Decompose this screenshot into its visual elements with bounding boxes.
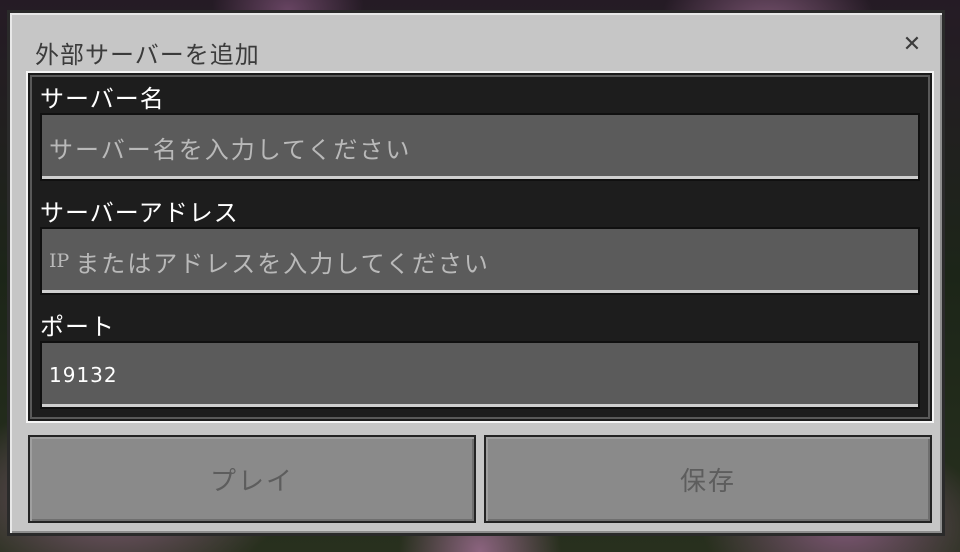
save-button[interactable]: 保存 <box>484 435 932 523</box>
play-button-label: プレイ <box>209 466 294 497</box>
play-button[interactable]: プレイ <box>28 435 476 523</box>
port-label: ポート <box>40 313 115 341</box>
save-button-label: 保存 <box>679 466 736 497</box>
server-name-input[interactable]: サーバー名を入力してください <box>40 113 920 181</box>
add-external-server-dialog: 外部サーバーを追加 ✕ サーバー名 サーバー名を入力してください サーバーアドレ… <box>7 10 945 536</box>
server-address-input[interactable]: IP またはアドレスを入力してください <box>40 227 920 295</box>
server-name-label: サーバー名 <box>40 85 165 113</box>
port-value: 19132 <box>49 363 118 387</box>
dialog-title: 外部サーバーを追加 <box>35 41 260 69</box>
port-input[interactable]: 19132 <box>40 341 920 409</box>
server-address-placeholder: またはアドレスを入力してください <box>75 249 490 278</box>
server-form: サーバー名 サーバー名を入力してください サーバーアドレス IP またはアドレスを… <box>28 73 932 421</box>
server-address-placeholder-prefix: IP <box>49 250 70 272</box>
server-name-placeholder: サーバー名を入力してください <box>49 135 412 164</box>
close-icon[interactable]: ✕ <box>900 33 924 57</box>
server-address-label: サーバーアドレス <box>40 199 239 227</box>
